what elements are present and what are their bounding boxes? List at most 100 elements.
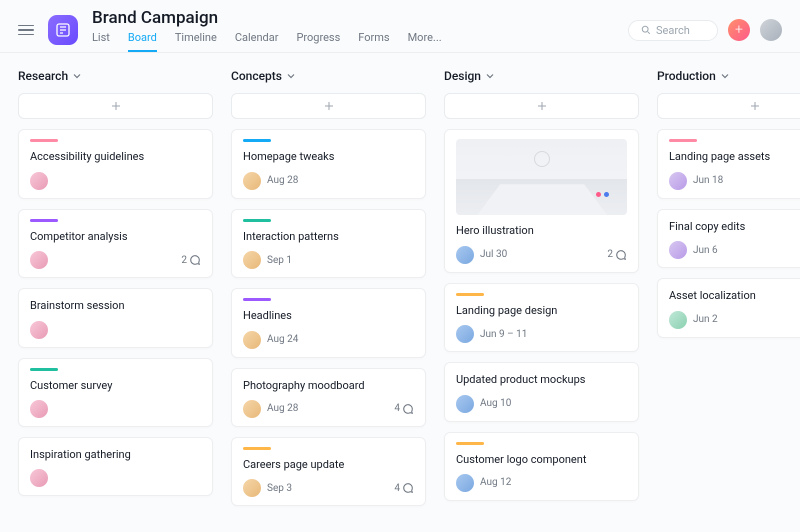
- card-title: Customer logo component: [456, 452, 627, 467]
- card[interactable]: Interaction patternsSep 1: [231, 209, 426, 278]
- column-header[interactable]: Research: [18, 69, 213, 83]
- search-icon: [641, 25, 651, 35]
- card-date: Jun 18: [693, 175, 723, 186]
- card-title: Photography moodboard: [243, 378, 414, 393]
- tab-forms[interactable]: Forms: [358, 31, 389, 52]
- card-meta: Sep 1: [243, 251, 414, 269]
- card-cover-image: [456, 139, 627, 215]
- card-meta: Jun 6: [669, 241, 800, 259]
- card[interactable]: Updated product mockupsAug 10: [444, 362, 639, 421]
- column-production: Production Landing page assetsJun 18 Final…: [657, 69, 800, 516]
- view-tabs: List Board Timeline Calendar Progress Forms Mo…: [92, 31, 614, 52]
- card[interactable]: Asset localizationJun 2: [657, 278, 800, 337]
- assignee-avatar: [456, 246, 474, 264]
- card-tag: [30, 368, 58, 371]
- card-date: Jun 2: [693, 314, 718, 325]
- card[interactable]: Brainstorm session: [18, 288, 213, 347]
- card-title: Headlines: [243, 308, 414, 323]
- assignee-avatar: [243, 479, 261, 497]
- column-header[interactable]: Production: [657, 69, 800, 83]
- chevron-down-icon: [287, 72, 295, 80]
- card[interactable]: Accessibility guidelines: [18, 129, 213, 198]
- column-design: Design Hero illustrationJul 302 Landing p…: [444, 69, 639, 516]
- card-tag: [30, 139, 58, 142]
- assignee-avatar: [243, 172, 261, 190]
- card-meta: Aug 284: [243, 400, 414, 418]
- assignee-avatar: [456, 474, 474, 492]
- card-meta: Aug 28: [243, 172, 414, 190]
- tab-progress[interactable]: Progress: [296, 31, 340, 52]
- assignee-avatar: [456, 395, 474, 413]
- card[interactable]: Final copy editsJun 6: [657, 209, 800, 268]
- card-meta: Jun 9 – 11: [456, 325, 627, 343]
- card-tag: [669, 139, 697, 142]
- tab-more[interactable]: More...: [408, 31, 442, 52]
- card[interactable]: Photography moodboard Aug 284: [231, 368, 426, 427]
- card[interactable]: Competitor analysis 2: [18, 209, 213, 278]
- card-tag: [30, 219, 58, 222]
- card[interactable]: Headlines Aug 24: [231, 288, 426, 357]
- card-tag: [243, 447, 271, 450]
- assignee-avatar: [30, 172, 48, 190]
- card-date: Aug 24: [267, 334, 298, 345]
- tab-timeline[interactable]: Timeline: [175, 31, 217, 52]
- card[interactable]: Careers page updateSep 34: [231, 437, 426, 506]
- card[interactable]: Landing page design Jun 9 – 11: [444, 283, 639, 352]
- column-research: Research Accessibility guidelines Competit…: [18, 69, 213, 516]
- project-title: Brand Campaign: [92, 8, 614, 28]
- card-date: Aug 12: [480, 477, 511, 488]
- card-date: Sep 1: [267, 255, 292, 266]
- card-date: Jun 9 – 11: [480, 329, 527, 340]
- tab-list[interactable]: List: [92, 31, 110, 52]
- column-title: Research: [18, 69, 68, 83]
- card[interactable]: Inspiration gathering: [18, 437, 213, 496]
- menu-icon[interactable]: [18, 25, 34, 36]
- assignee-avatar: [669, 241, 687, 259]
- assignee-avatar: [669, 311, 687, 329]
- search-placeholder: Search: [656, 24, 690, 37]
- tab-calendar[interactable]: Calendar: [235, 31, 279, 52]
- assignee-avatar: [456, 325, 474, 343]
- card-comments: 2: [607, 249, 627, 261]
- add-button[interactable]: +: [728, 19, 750, 41]
- card-title: Customer survey: [30, 378, 201, 393]
- card-comments: 2: [181, 254, 201, 266]
- add-card-button[interactable]: [18, 93, 213, 119]
- card-tag: [243, 139, 271, 142]
- card-meta: Aug 24: [243, 331, 414, 349]
- chevron-down-icon: [721, 72, 729, 80]
- card-meta: Jun 18: [669, 172, 800, 190]
- card-title: Landing page design: [456, 303, 627, 318]
- column-title: Concepts: [231, 69, 282, 83]
- card[interactable]: Hero illustrationJul 302: [444, 129, 639, 272]
- card-tag: [243, 219, 271, 222]
- card[interactable]: Customer logo component Aug 12: [444, 432, 639, 501]
- card-title: Updated product mockups: [456, 372, 627, 387]
- card-comments: 4: [394, 403, 414, 415]
- assignee-avatar: [243, 251, 261, 269]
- card-title: Hero illustration: [456, 223, 627, 238]
- card-tag: [456, 293, 484, 296]
- card[interactable]: Customer survey: [18, 358, 213, 427]
- assignee-avatar: [30, 251, 48, 269]
- card-meta: Jun 2: [669, 311, 800, 329]
- assignee-avatar: [669, 172, 687, 190]
- add-card-button[interactable]: [231, 93, 426, 119]
- project-icon: [48, 15, 78, 45]
- search-input[interactable]: Search: [628, 20, 718, 41]
- column-header[interactable]: Concepts: [231, 69, 426, 83]
- column-header[interactable]: Design: [444, 69, 639, 83]
- card-title: Homepage tweaks: [243, 149, 414, 164]
- card-meta: [30, 321, 201, 339]
- column-concepts: Concepts Homepage tweaks Aug 28 Interaction…: [231, 69, 426, 516]
- card[interactable]: Homepage tweaks Aug 28: [231, 129, 426, 198]
- assignee-avatar: [243, 400, 261, 418]
- card-title: Competitor analysis: [30, 229, 201, 244]
- tab-board[interactable]: Board: [128, 31, 157, 52]
- add-card-button[interactable]: [657, 93, 800, 119]
- column-title: Production: [657, 69, 716, 83]
- card-date: Sep 3: [267, 483, 292, 494]
- card[interactable]: Landing page assetsJun 18: [657, 129, 800, 198]
- user-avatar[interactable]: [760, 19, 782, 41]
- add-card-button[interactable]: [444, 93, 639, 119]
